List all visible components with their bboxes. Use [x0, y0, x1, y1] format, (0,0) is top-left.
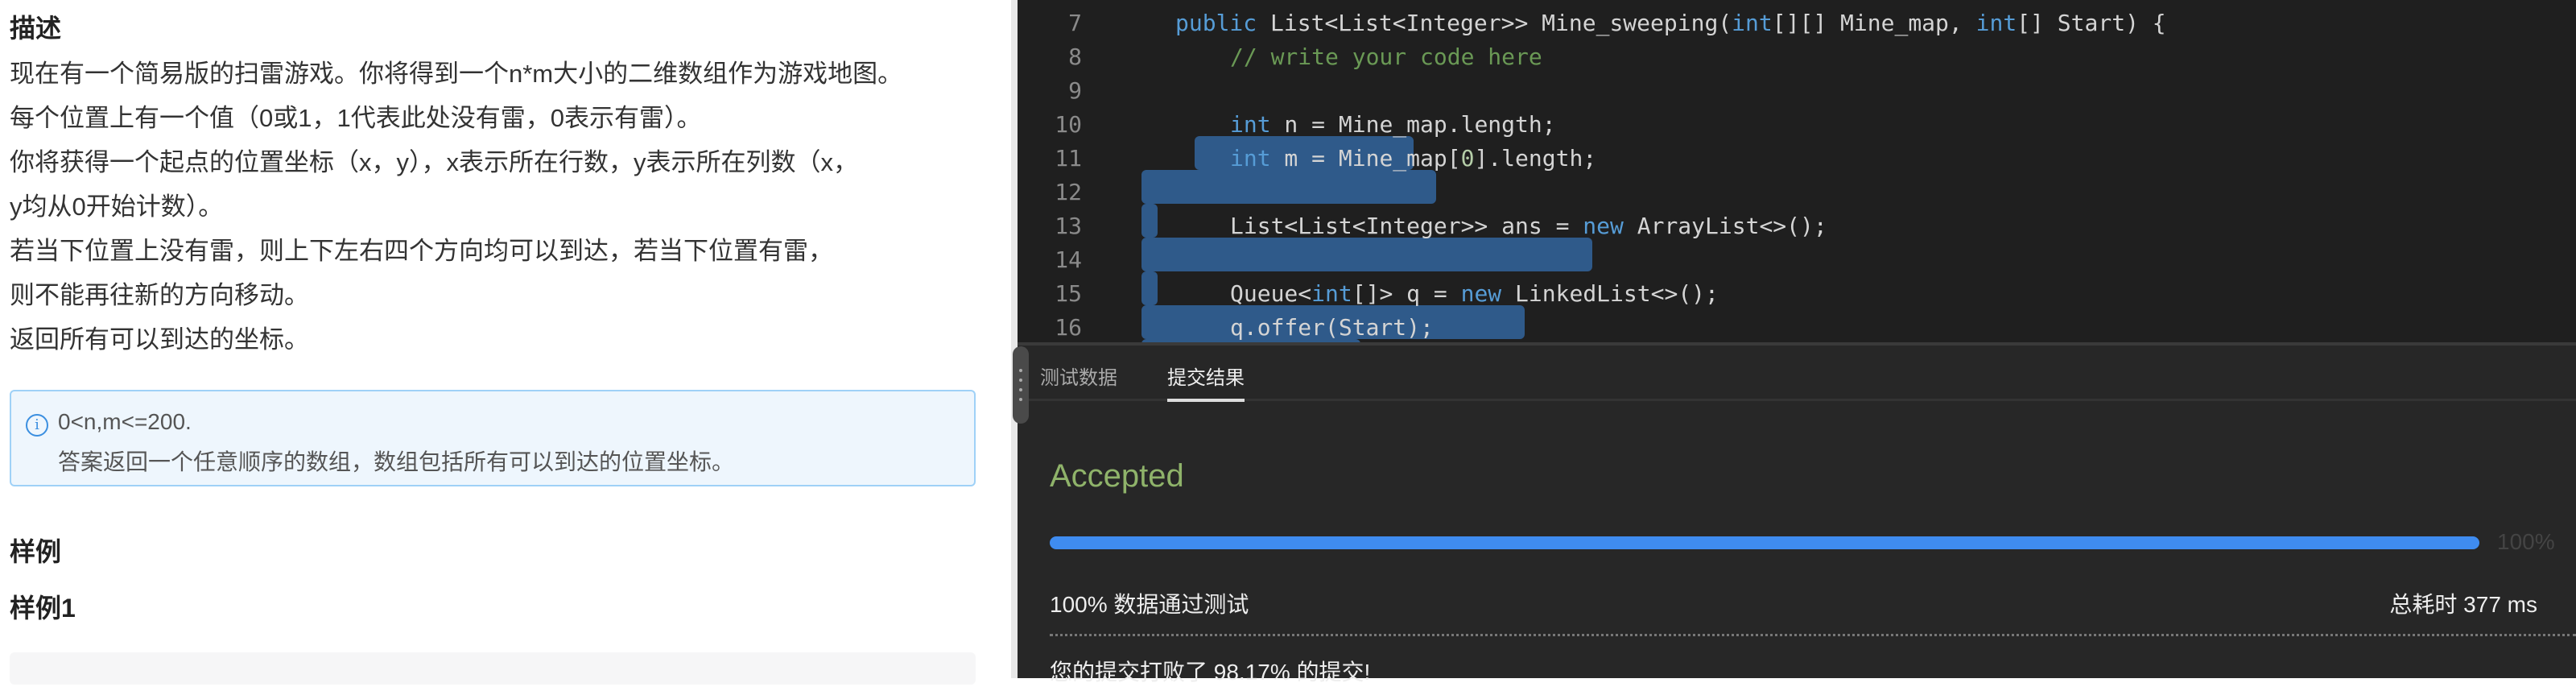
description-line: 现在有一个简易版的扫雷游戏。你将得到一个n*m大小的二维数组作为游戏地图。: [10, 60, 903, 88]
code-line: public List<List<Integer>> Mine_sweeping…: [1175, 10, 2166, 36]
description-heading: 描述: [10, 14, 62, 43]
selection: [1141, 204, 1158, 238]
line-number: 9: [1068, 77, 1082, 104]
tab-submit-result[interactable]: 提交结果: [1167, 362, 1245, 390]
passed-tests: 100% 数据通过测试: [1050, 592, 1249, 617]
description-line: 返回所有可以到达的坐标。: [10, 325, 309, 354]
selection: [1141, 271, 1158, 305]
description-line: 则不能再往新的方向移动。: [10, 281, 309, 309]
line-number: 10: [1055, 111, 1082, 138]
description-line: 若当下位置上没有雷，则上下左右四个方向均可以到达，若当下位置有雷，: [10, 237, 833, 265]
description-line: y均从0开始计数）。: [10, 192, 224, 221]
line-number: 8: [1068, 43, 1082, 70]
line-number: 11: [1055, 145, 1082, 172]
sample-box: [10, 652, 976, 685]
note-line: 0<n,m<=200.: [58, 409, 192, 434]
panel-divider[interactable]: [1011, 0, 1018, 678]
selection: [1141, 238, 1592, 271]
code-line: Queue<int[]> q = new LinkedList<>();: [1230, 280, 1719, 307]
code-line: int n = Mine_map.length;: [1230, 111, 1556, 138]
beat-percentage: 您的提交打败了 98.17% 的提交!: [1050, 660, 1371, 685]
info-icon: i: [26, 414, 48, 437]
active-tab-indicator: [1167, 399, 1245, 402]
result-panel: 测试数据 提交结果 Accepted 100% 100% 数据通过测试 总耗时 …: [1018, 342, 2576, 685]
code-line: int m = Mine_map[0].length;: [1230, 145, 1597, 172]
resize-handle[interactable]: [1013, 346, 1029, 424]
selection: [1141, 170, 1436, 204]
tab-test-data[interactable]: 测试数据: [1040, 362, 1117, 390]
status-text: Accepted: [1050, 458, 1184, 494]
progress-bar: [1050, 536, 2479, 549]
note-line: 答案返回一个任意顺序的数组，数组包括所有可以到达的位置坐标。: [58, 449, 735, 474]
code-line: q.offer(Start);: [1230, 314, 1434, 341]
total-time: 总耗时 377 ms: [2389, 592, 2537, 617]
progress-label: 100%: [2497, 529, 2555, 554]
line-number: 16: [1055, 314, 1082, 341]
progress-fill: [1050, 536, 2479, 549]
line-number: 13: [1055, 213, 1082, 239]
description-line: 你将获得一个起点的位置坐标（x，y），x表示所在行数，y表示所在列数（x，: [10, 148, 858, 176]
samples-heading: 样例: [10, 537, 62, 566]
line-number: 7: [1068, 10, 1082, 36]
code-editor[interactable]: 7 8 9 10 11 12 13 14 15 16 public List<L…: [1018, 0, 2576, 342]
dotted-divider: [1050, 634, 2576, 636]
line-number: 15: [1055, 280, 1082, 307]
description-line: 每个位置上有一个值（0或1，1代表此处没有雷，0表示有雷）。: [10, 104, 702, 132]
code-line: List<List<Integer>> ans = new ArrayList<…: [1230, 213, 1827, 239]
problem-description-panel: 描述 现在有一个简易版的扫雷游戏。你将得到一个n*m大小的二维数组作为游戏地图。…: [0, 0, 1011, 685]
code-line: // write your code here: [1230, 43, 1542, 70]
sample1-heading: 样例1: [10, 594, 76, 623]
line-number: 14: [1055, 246, 1082, 273]
tab-divider: [1018, 399, 2576, 401]
constraint-note: i 0<n,m<=200. 答案返回一个任意顺序的数组，数组包括所有可以到达的位…: [10, 390, 976, 486]
line-number: 12: [1055, 179, 1082, 205]
